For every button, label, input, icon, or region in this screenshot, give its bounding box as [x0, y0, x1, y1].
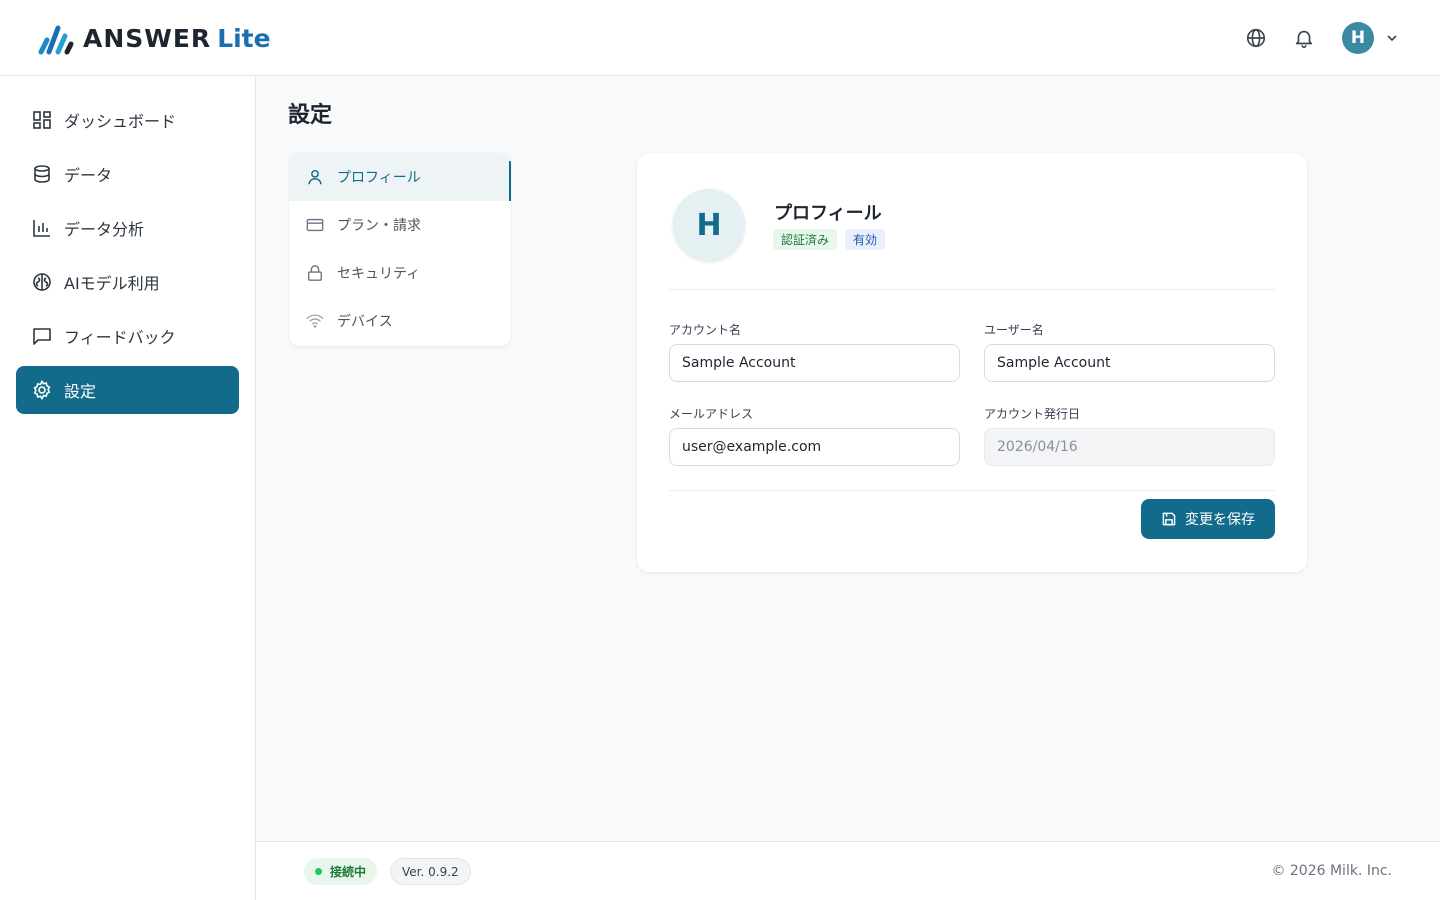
sidebar-item-label: フィードバック: [64, 328, 176, 347]
wifi-icon: [305, 311, 325, 331]
active-badge: 有効: [845, 229, 886, 250]
subnav-item-billing[interactable]: プラン・請求: [289, 201, 511, 249]
sidebar: ダッシュボード データ データ分析 AIモデル利用 フィードバック 設定: [0, 77, 256, 900]
credit-card-icon: [305, 215, 325, 235]
copyright-text: © 2026 Milk. Inc.: [1271, 863, 1392, 879]
settings-subnav: プロフィール プラン・請求 セキュリティ デバイス: [289, 153, 511, 346]
subnav-item-profile[interactable]: プロフィール: [289, 153, 511, 201]
sidebar-item-data[interactable]: データ: [16, 150, 239, 198]
sidebar-item-label: データ: [64, 166, 113, 185]
app-logo[interactable]: ANSWER Lite: [37, 20, 271, 56]
save-icon: [1161, 511, 1177, 527]
sidebar-item-label: 設定: [64, 382, 97, 401]
status-dot-icon: [315, 868, 322, 875]
subnav-item-label: デバイス: [337, 314, 393, 330]
email-field[interactable]: user@example.com: [669, 428, 960, 466]
email-label: メールアドレス: [669, 407, 754, 421]
user-avatar[interactable]: H: [1342, 22, 1374, 54]
account-name-field[interactable]: Sample Account: [669, 344, 960, 382]
save-button[interactable]: 変更を保存: [1141, 499, 1275, 539]
lock-icon: [305, 263, 325, 283]
brain-icon: [32, 272, 52, 292]
account-name-label: アカウント名: [669, 323, 742, 337]
bar-chart-icon: [32, 218, 52, 238]
username-label: ユーザー名: [984, 323, 1044, 337]
gear-icon: [32, 380, 52, 400]
sidebar-item-label: AIモデル利用: [64, 274, 160, 293]
issued-date-label: アカウント発行日: [984, 407, 1081, 421]
footer: 接続中 Ver. 0.9.2 © 2026 Milk. Inc.: [256, 841, 1440, 900]
bell-icon[interactable]: [1292, 26, 1316, 50]
divider: [669, 289, 1275, 290]
sidebar-item-label: ダッシュボード: [64, 112, 177, 131]
sidebar-item-label: データ分析: [64, 220, 145, 239]
issued-date-field: 2026/04/16: [984, 428, 1275, 466]
profile-title: プロフィール: [774, 203, 882, 224]
top-header: ANSWER Lite H: [0, 0, 1440, 76]
subnav-item-label: プラン・請求: [337, 218, 421, 234]
dashboard-icon: [32, 110, 52, 130]
version-badge: Ver. 0.9.2: [390, 858, 471, 885]
username-value: Sample Account: [997, 355, 1111, 371]
email-value: user@example.com: [682, 439, 822, 455]
database-icon: [32, 164, 52, 184]
sidebar-item-ai-model[interactable]: AIモデル利用: [16, 258, 239, 306]
subnav-item-devices[interactable]: デバイス: [289, 297, 511, 345]
subnav-item-label: プロフィール: [337, 170, 421, 186]
sidebar-item-feedback[interactable]: フィードバック: [16, 312, 239, 360]
logo-main-text: ANSWER: [83, 23, 212, 53]
subnav-item-label: セキュリティ: [337, 266, 421, 282]
connection-status-label: 接続中: [330, 865, 367, 879]
account-name-value: Sample Account: [682, 355, 796, 371]
logo-sub-text: Lite: [217, 23, 271, 53]
connection-status-badge: 接続中: [304, 858, 378, 885]
message-icon: [32, 326, 52, 346]
profile-badges: 認証済み 有効: [773, 229, 886, 250]
logo-mark-icon: [38, 25, 74, 55]
chevron-down-icon[interactable]: [1384, 30, 1400, 46]
globe-icon[interactable]: [1244, 26, 1268, 50]
sidebar-item-analytics[interactable]: データ分析: [16, 204, 239, 252]
user-icon: [305, 167, 325, 187]
verified-badge: 認証済み: [773, 229, 838, 250]
sidebar-item-settings[interactable]: 設定: [16, 366, 239, 414]
page-title: 設定: [288, 103, 333, 128]
sidebar-item-dashboard[interactable]: ダッシュボード: [16, 96, 239, 144]
main-content: 設定 プロフィール プラン・請求 セキュリティ デバイス H プロフィール 認証…: [256, 77, 1440, 841]
subnav-item-security[interactable]: セキュリティ: [289, 249, 511, 297]
save-button-label: 変更を保存: [1185, 512, 1255, 528]
username-field[interactable]: Sample Account: [984, 344, 1275, 382]
divider: [669, 490, 1275, 491]
profile-avatar[interactable]: H: [673, 189, 745, 261]
issued-date-value: 2026/04/16: [997, 439, 1078, 455]
profile-card: H プロフィール 認証済み 有効 アカウント名 Sample Account ユ…: [637, 153, 1307, 572]
